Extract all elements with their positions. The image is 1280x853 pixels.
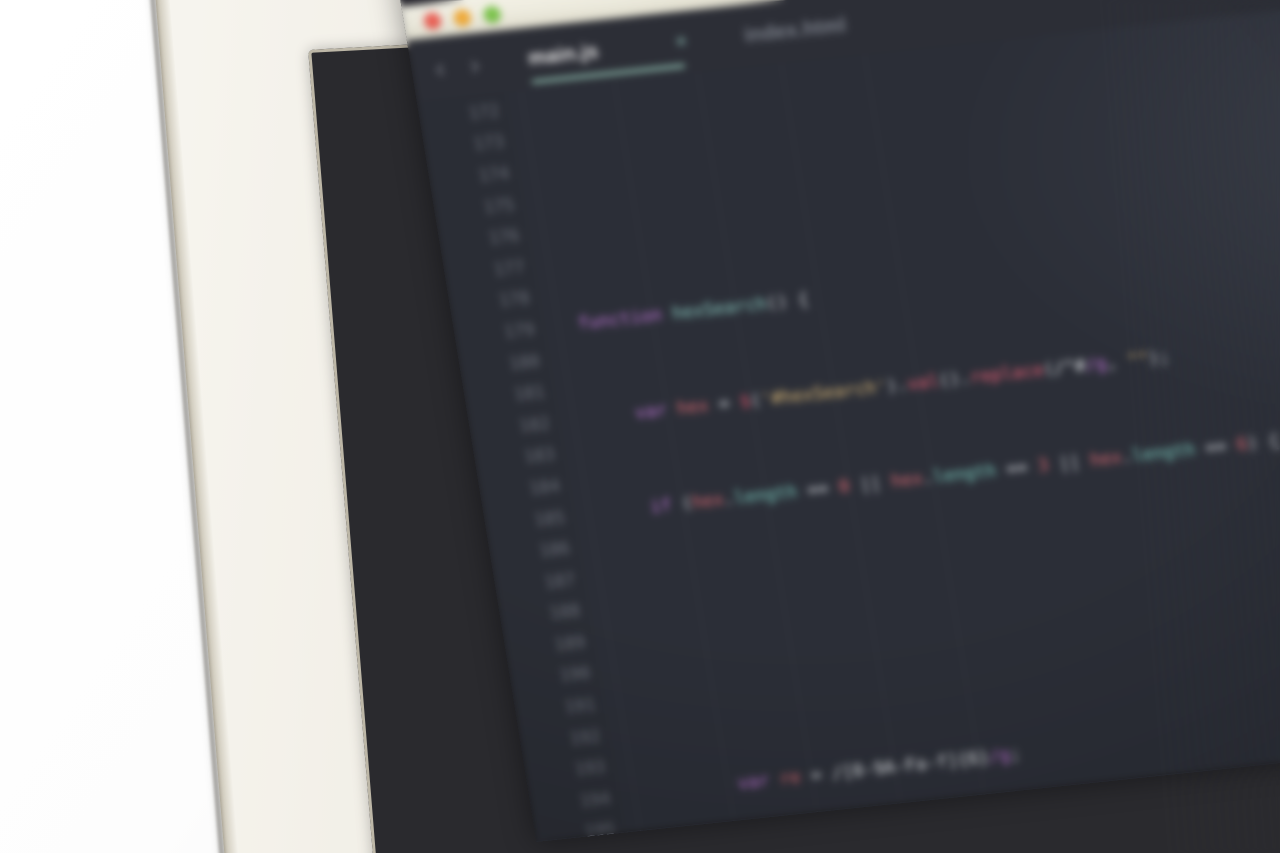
line-number: 194 — [578, 788, 613, 812]
line-number: 189 — [553, 632, 587, 656]
laptop: Sublime Text File Edit Selection Find Vi… — [145, 0, 1280, 853]
screenshot-root: Sublime Text File Edit Selection Find Vi… — [0, 0, 1280, 853]
line-number: 180 — [507, 351, 542, 375]
line-number: 193 — [573, 757, 607, 781]
code-editor[interactable]: 172 173 174 175 176 177 178 179 180 181 … — [416, 0, 1280, 842]
code-text-area[interactable]: function hexSearch() { var hex = $('#hex… — [534, 0, 1280, 833]
line-number: 172 — [467, 100, 501, 125]
line-number: 173 — [472, 132, 506, 156]
zoom-window-button[interactable] — [482, 4, 502, 24]
close-window-button[interactable] — [422, 11, 443, 30]
laptop-screen: Sublime Text File Edit Selection Find Vi… — [392, 0, 1280, 842]
line-number: 190 — [558, 663, 592, 687]
line-number: 192 — [568, 726, 602, 750]
line-number: 185 — [532, 507, 567, 531]
tab-label: index.html — [742, 13, 848, 47]
line-number: 174 — [477, 163, 511, 187]
line-number: 179 — [502, 319, 537, 343]
line-number: 187 — [542, 569, 577, 593]
back-arrow-icon[interactable]: ‹ — [433, 53, 446, 84]
line-number: 175 — [482, 194, 516, 218]
line-number: 178 — [497, 288, 532, 312]
line-number: 191 — [563, 694, 597, 718]
line-number: 176 — [487, 226, 521, 250]
line-number: 188 — [547, 601, 582, 625]
line-number: 177 — [492, 257, 527, 281]
line-number: 184 — [527, 476, 562, 500]
line-number: 186 — [537, 538, 572, 562]
close-icon[interactable]: × — [674, 31, 689, 54]
tab-navigation: ‹ › — [433, 49, 481, 84]
minimize-window-button[interactable] — [452, 8, 473, 27]
tab-label: main.js — [526, 39, 601, 70]
line-number: 181 — [512, 382, 547, 406]
line-number: 182 — [517, 413, 552, 437]
line-number: 183 — [522, 444, 557, 468]
forward-arrow-icon[interactable]: › — [468, 49, 481, 80]
